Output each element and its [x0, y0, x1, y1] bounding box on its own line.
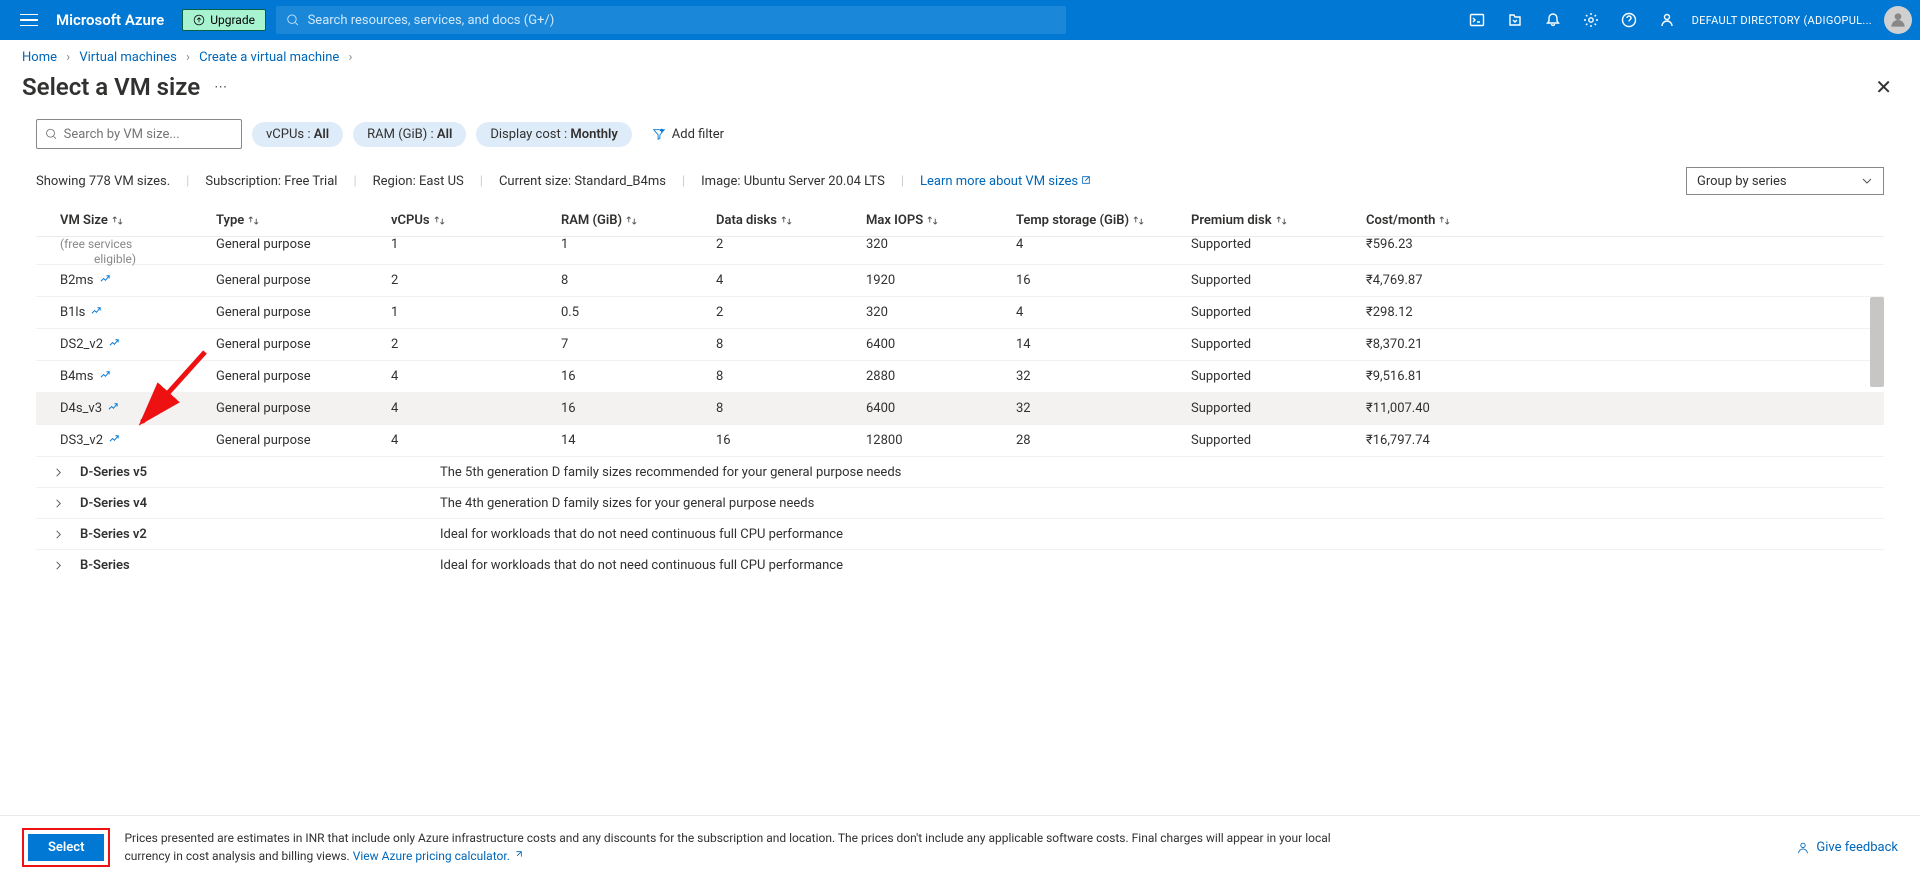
select-highlight-box: Select	[22, 828, 110, 867]
chevron-right-icon	[53, 560, 64, 571]
trend-icon	[108, 401, 119, 412]
group-by-dropdown[interactable]: Group by series	[1686, 167, 1884, 195]
learn-more-link[interactable]: Learn more about VM sizes	[920, 174, 1091, 189]
upgrade-label: Upgrade	[210, 13, 255, 27]
notifications-icon[interactable]	[1534, 0, 1572, 40]
breadcrumb-create[interactable]: Create a virtual machine	[199, 50, 339, 65]
select-button[interactable]: Select	[28, 834, 104, 861]
col-disks[interactable]: Data disks	[716, 213, 866, 228]
user-avatar[interactable]	[1884, 6, 1912, 34]
info-image: Image: Ubuntu Server 20.04 LTS	[701, 174, 885, 189]
trend-icon	[109, 337, 120, 348]
info-showing: Showing 778 VM sizes.	[36, 174, 170, 189]
col-vmsize[interactable]: VM Size	[36, 213, 216, 228]
series-group-row[interactable]: D-Series v5The 5th generation D family s…	[36, 457, 1884, 488]
breadcrumb-vms[interactable]: Virtual machines	[79, 50, 176, 65]
pricing-calculator-link[interactable]: View Azure pricing calculator.	[353, 849, 523, 863]
help-icon[interactable]	[1610, 0, 1648, 40]
upgrade-button[interactable]: Upgrade	[182, 9, 266, 31]
scrollbar-thumb[interactable]	[1870, 297, 1884, 387]
col-temp[interactable]: Temp storage (GiB)	[1016, 213, 1191, 228]
page-title: Select a VM size	[22, 73, 200, 101]
add-filter-button[interactable]: Add filter	[642, 122, 734, 147]
col-vcpus[interactable]: vCPUs	[391, 213, 561, 228]
info-current-size: Current size: Standard_B4ms	[499, 174, 666, 189]
table-row[interactable]: B2msGeneral purpose284192016Supported₹4,…	[36, 265, 1884, 297]
table-row[interactable]: B4msGeneral purpose4168288032Supported₹9…	[36, 361, 1884, 393]
vm-size-search-input[interactable]	[64, 127, 233, 142]
col-premium[interactable]: Premium disk	[1191, 213, 1366, 228]
table-header: VM Size Type vCPUs RAM (GiB) Data disks …	[36, 205, 1884, 237]
footer: Select Prices presented are estimates in…	[0, 815, 1920, 879]
breadcrumb: Home › Virtual machines › Create a virtu…	[0, 40, 1920, 69]
directories-icon[interactable]	[1496, 0, 1534, 40]
hamburger-icon[interactable]	[20, 8, 44, 32]
trend-icon	[100, 369, 111, 380]
feedback-icon[interactable]	[1648, 0, 1686, 40]
chevron-down-icon	[1861, 175, 1873, 187]
col-cost[interactable]: Cost/month	[1366, 213, 1884, 228]
global-search[interactable]	[276, 6, 1066, 34]
filter-vcpus[interactable]: vCPUs : All	[252, 122, 343, 147]
settings-icon[interactable]	[1572, 0, 1610, 40]
pricing-note: Prices presented are estimates in INR th…	[124, 830, 1374, 865]
cloud-shell-icon[interactable]	[1458, 0, 1496, 40]
breadcrumb-home[interactable]: Home	[22, 50, 57, 65]
series-group-row[interactable]: D-Series v4The 4th generation D family s…	[36, 488, 1884, 519]
trend-icon	[91, 305, 102, 316]
give-feedback-link[interactable]: Give feedback	[1796, 840, 1898, 855]
col-iops[interactable]: Max IOPS	[866, 213, 1016, 228]
col-type[interactable]: Type	[216, 213, 391, 228]
table-body[interactable]: (free serviceseligible)General purpose11…	[36, 237, 1884, 575]
more-actions-icon[interactable]: ⋯	[214, 80, 228, 95]
filter-cost[interactable]: Display cost : Monthly	[476, 122, 631, 147]
tenant-label: DEFAULT DIRECTORY (ADIGOPUL...	[1692, 14, 1872, 27]
table-row[interactable]: D4s_v3General purpose4168640032Supported…	[36, 393, 1884, 425]
series-group-row[interactable]: B-SeriesIdeal for workloads that do not …	[36, 550, 1884, 575]
info-subscription: Subscription: Free Trial	[205, 174, 337, 189]
series-group-row[interactable]: B-Series v2Ideal for workloads that do n…	[36, 519, 1884, 550]
close-icon[interactable]: ✕	[1869, 69, 1898, 105]
vm-size-search[interactable]	[36, 119, 242, 149]
chevron-right-icon	[53, 498, 64, 509]
trend-icon	[100, 273, 111, 284]
table-row[interactable]: (free serviceseligible)General purpose11…	[36, 237, 1884, 265]
chevron-right-icon	[53, 467, 64, 478]
filter-ram[interactable]: RAM (GiB) : All	[353, 122, 466, 147]
table-row[interactable]: DS3_v2General purpose414161280028Support…	[36, 425, 1884, 457]
table-row[interactable]: B1lsGeneral purpose10.523204Supported₹29…	[36, 297, 1884, 329]
trend-icon	[109, 433, 120, 444]
col-ram[interactable]: RAM (GiB)	[561, 213, 716, 228]
chevron-right-icon	[53, 529, 64, 540]
global-search-input[interactable]	[308, 13, 1056, 28]
brand-label: Microsoft Azure	[56, 11, 164, 29]
table-row[interactable]: DS2_v2General purpose278640014Supported₹…	[36, 329, 1884, 361]
top-bar: Microsoft Azure Upgrade DEFAULT DIRECTOR…	[0, 0, 1920, 40]
info-region: Region: East US	[373, 174, 464, 189]
